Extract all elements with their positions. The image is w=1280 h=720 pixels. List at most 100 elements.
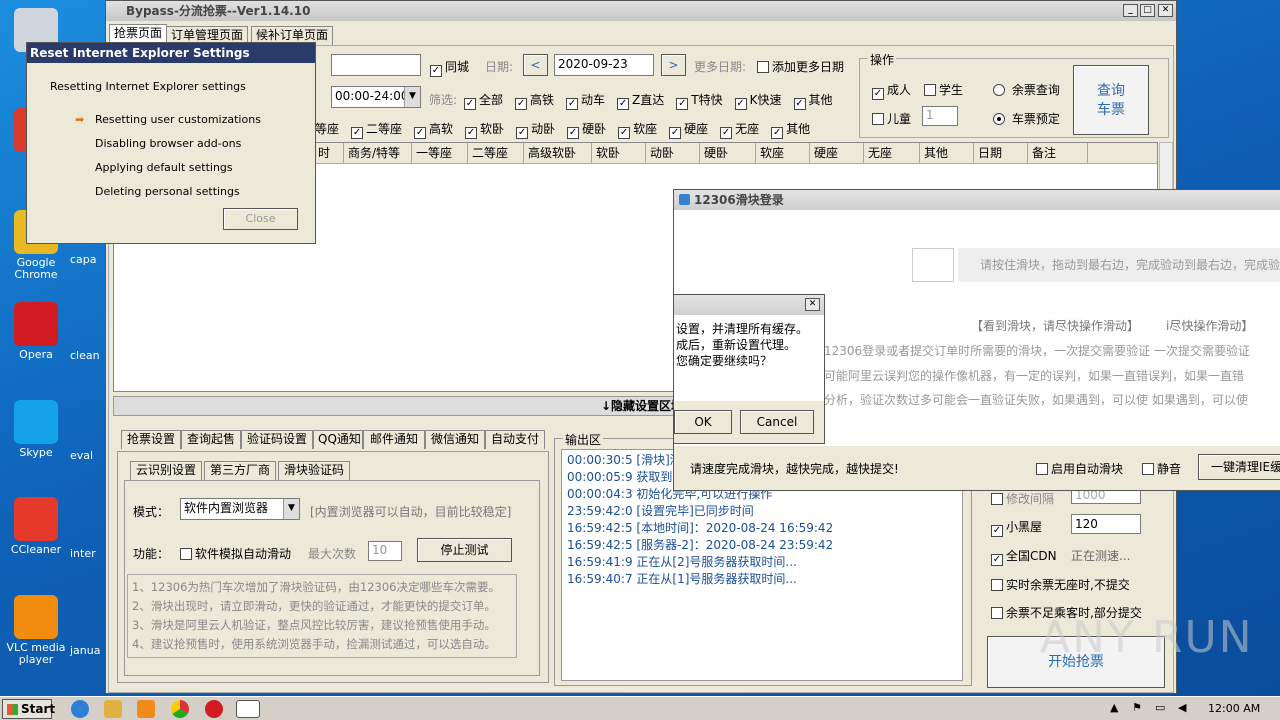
media-player-icon[interactable] (137, 700, 155, 718)
mode-select[interactable]: 软件内置浏览器 ▼ (180, 498, 300, 520)
seat-check[interactable]: ✓ 软座 (618, 122, 657, 139)
ok-button[interactable]: OK (674, 410, 732, 434)
seat-check[interactable]: ✓ 硬卧 (567, 122, 606, 139)
prev-date-button[interactable]: < (523, 54, 548, 76)
adult-check[interactable]: ✓ 成人 (872, 81, 911, 100)
time-select[interactable]: 00:00-24:00 ▼ (331, 86, 421, 108)
seat-check[interactable]: ✓ 其他 (771, 122, 810, 139)
checkbox-icon: ✓ (515, 98, 528, 110)
volume-icon[interactable]: ◀ (1178, 701, 1186, 714)
desktop-icon-label: Skype (19, 446, 53, 459)
column-header[interactable]: 其他 (920, 143, 974, 163)
student-check[interactable]: 学生 (924, 81, 963, 98)
no-seat-check[interactable]: 实时余票无座时,不提交 (991, 576, 1130, 593)
minimize-button[interactable]: _ (1123, 4, 1138, 17)
child-check[interactable]: 儿童 (872, 110, 911, 127)
filter-check[interactable]: ✓ Z直达 (617, 93, 664, 110)
settings-tab[interactable]: QQ通知 (313, 430, 363, 449)
settings-tab[interactable]: 自动支付 (485, 430, 545, 449)
desktop-icon[interactable]: Skype (1, 400, 71, 459)
auto-slider-check[interactable]: 启用自动滑块 (1036, 460, 1123, 477)
ie-icon[interactable] (71, 700, 89, 718)
chrome-icon[interactable] (171, 700, 189, 718)
start-button[interactable]: Start (2, 699, 55, 719)
desktop-icon[interactable]: inter (70, 548, 106, 560)
add-more-dates-check[interactable]: 添加更多日期 (757, 58, 844, 75)
action-center-icon[interactable]: ⚑ (1132, 701, 1142, 714)
book-radio[interactable]: 车票预定 (993, 110, 1060, 127)
close-button[interactable]: ✕ (1158, 4, 1173, 17)
seat-check[interactable]: ✓ 无座 (720, 122, 759, 139)
settings-tab[interactable]: 微信通知 (425, 430, 485, 449)
column-header[interactable]: 备注 (1028, 143, 1088, 163)
network-icon[interactable]: ▭ (1155, 701, 1165, 714)
column-header[interactable]: 动卧 (646, 143, 700, 163)
column-header[interactable]: 硬座 (810, 143, 864, 163)
interval-check[interactable]: 修改间隔 (991, 490, 1054, 507)
blackroom-stepper[interactable]: 120 (1071, 514, 1141, 534)
settings-tab[interactable]: 邮件通知 (363, 430, 425, 449)
max-times-stepper[interactable]: 10 (368, 541, 402, 561)
seat-check[interactable]: ✓ 动卧 (516, 122, 555, 139)
ie-close-button[interactable]: Close (223, 208, 298, 230)
date-field[interactable]: 2020-09-23 (554, 54, 654, 76)
column-header[interactable]: 日期 (974, 143, 1028, 163)
desktop-icon[interactable]: CCleaner (1, 497, 71, 556)
column-header[interactable]: 时 (314, 143, 344, 163)
filter-check[interactable]: ✓ 其他 (793, 93, 833, 110)
clear-ie-cache-button[interactable]: 一键清理IE缓 (1198, 454, 1280, 480)
cancel-button[interactable]: Cancel (740, 410, 814, 434)
settings-tab[interactable]: 抢票设置 (121, 430, 181, 449)
explorer-icon[interactable] (104, 700, 122, 718)
column-header[interactable]: 一等座 (412, 143, 468, 163)
seat-check[interactable]: ✓ 二等座 (351, 122, 402, 139)
filter-check[interactable]: ✓ T特快 (676, 93, 723, 110)
filter-check[interactable]: ✓ 动车 (566, 93, 605, 110)
desktop-icon[interactable]: eval (70, 450, 106, 462)
cdn-check[interactable]: ✓ 全国CDN (991, 547, 1057, 566)
seat-check[interactable]: ✓等座 (315, 122, 339, 136)
filter-check[interactable]: ✓ 全部 (464, 93, 503, 110)
column-header[interactable]: 商务/特等 (344, 143, 412, 163)
settings-tab[interactable]: 查询起售 (181, 430, 241, 449)
slider-handle[interactable] (912, 248, 954, 282)
column-header[interactable]: 硬卧 (700, 143, 756, 163)
sub-tab[interactable]: 云识别设置 (130, 461, 202, 480)
desktop-icon[interactable]: capa (70, 254, 106, 266)
checkbox-icon (1036, 463, 1048, 475)
query-tickets-button[interactable]: 查询 车票 (1073, 65, 1149, 135)
checkbox-icon: ✓ (430, 65, 442, 77)
desktop-icon[interactable]: Opera (1, 302, 71, 361)
column-header[interactable]: 二等座 (468, 143, 524, 163)
maximize-button[interactable]: □ (1140, 4, 1155, 17)
tab-grab[interactable]: 抢票页面 (109, 24, 168, 43)
tray-arrow-icon[interactable]: ▲ (1110, 701, 1118, 714)
child-count-stepper[interactable]: 1 (922, 106, 958, 126)
desktop-icon[interactable]: clean (70, 350, 106, 362)
query-remaining-radio[interactable]: 余票查询 (993, 81, 1060, 98)
sub-tab[interactable]: 滑块验证码 (278, 461, 350, 480)
bypass-task-icon[interactable] (236, 700, 260, 718)
to-station-input[interactable] (331, 54, 421, 76)
stop-test-button[interactable]: 停止测试 (417, 538, 512, 562)
desktop-icon[interactable]: VLC media player (1, 595, 71, 666)
same-city-check[interactable]: ✓ 同城 (430, 58, 469, 77)
sub-tab[interactable]: 第三方厂商 (204, 461, 276, 480)
blackroom-check[interactable]: ✓ 小黑屋 (991, 518, 1042, 537)
mute-check[interactable]: 静音 (1142, 460, 1181, 477)
column-header[interactable]: 软卧 (592, 143, 646, 163)
auto-slide-check[interactable]: 软件模拟自动滑动 (180, 545, 291, 562)
column-header[interactable]: 软座 (756, 143, 810, 163)
next-date-button[interactable]: > (661, 54, 686, 76)
filter-check[interactable]: ✓ 高铁 (515, 93, 554, 110)
desktop-icon[interactable]: janua (70, 645, 106, 657)
column-header[interactable]: 无座 (864, 143, 920, 163)
seat-check[interactable]: ✓ 硬座 (669, 122, 708, 139)
filter-check[interactable]: ✓ K快速 (734, 93, 782, 110)
seat-check[interactable]: ✓ 高软 (414, 122, 453, 139)
opera-icon[interactable] (205, 700, 223, 718)
seat-check[interactable]: ✓ 软卧 (465, 122, 504, 139)
settings-tab[interactable]: 验证码设置 (241, 430, 313, 449)
close-icon[interactable]: ✕ (805, 298, 820, 311)
column-header[interactable]: 高级软卧 (524, 143, 592, 163)
